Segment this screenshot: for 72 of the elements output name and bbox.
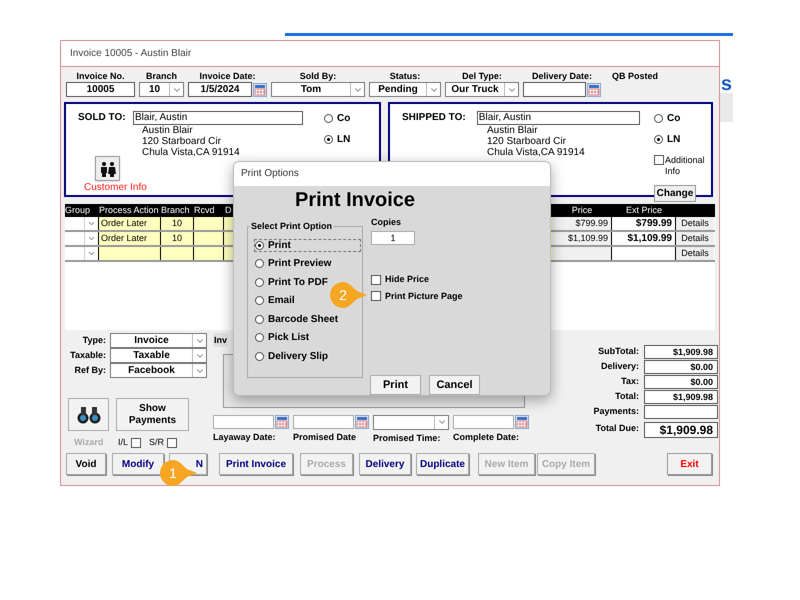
- total-value: $0.00: [644, 375, 718, 389]
- window-title: Invoice 10005 - Austin Blair: [70, 47, 192, 61]
- address-line: Chula Vista,CA 91914: [487, 147, 586, 158]
- radio-label: LN: [337, 133, 350, 147]
- field-label: SHIPPED TO:: [402, 111, 467, 125]
- column-header: Price: [570, 204, 594, 217]
- checkbox-label: I/L: [118, 436, 128, 449]
- checkbox-label: Hide Price: [385, 273, 430, 286]
- field-label: Ref By:: [73, 364, 106, 377]
- radio-label: Print: [268, 238, 291, 252]
- table-cell: 10: [161, 232, 194, 245]
- radio-label: Print Preview: [268, 257, 332, 271]
- field-label: Promised Date: [293, 430, 358, 444]
- callout-tooltip: 2: [330, 282, 368, 308]
- copies-label: Copies: [371, 216, 402, 229]
- address-line: Austin Blair: [487, 125, 539, 136]
- radio-label: Print To PDF: [268, 276, 328, 290]
- total-value: $1,909.98: [644, 345, 718, 359]
- total-value: $1,909.98: [644, 390, 718, 404]
- radio-label: Co: [337, 112, 350, 126]
- field-label: QB Posted: [612, 70, 658, 82]
- table-cell: $1,109.99: [552, 232, 612, 245]
- checkbox-label: Additional Info: [665, 155, 706, 177]
- field-label: SOLD TO:: [78, 111, 127, 125]
- field-label: Delivery Date:: [532, 70, 592, 82]
- address-line: 120 Starboard Cir: [487, 136, 567, 147]
- column-header: Process Action: [99, 204, 159, 217]
- wizard-label: Wizard: [74, 436, 104, 449]
- total-label: Tax:: [620, 375, 639, 388]
- column-header: Branch: [161, 204, 190, 217]
- address-line: Austin Blair: [142, 125, 194, 136]
- field-label: Status:: [390, 70, 420, 82]
- field-label: Del Type:: [462, 70, 502, 82]
- table-cell: Order Later: [99, 232, 161, 245]
- field-label: Complete Date:: [453, 430, 520, 444]
- callout-tooltip: 1: [160, 460, 198, 486]
- total-label: Payments:: [592, 405, 639, 418]
- dialog-title: Print Options: [241, 167, 299, 182]
- field-label: Promised Time:: [373, 432, 442, 444]
- dialog-heading: Print Invoice: [295, 188, 416, 212]
- table-cell: $799.99: [552, 217, 612, 230]
- radio-label: Email: [268, 294, 295, 308]
- address-line: Chula Vista,CA 91914: [142, 147, 241, 158]
- column-header: Rcvd: [194, 204, 215, 217]
- checkbox-label: Print Picture Page: [385, 290, 463, 303]
- group-label: Select Print Option: [250, 220, 334, 233]
- field-label: Type:: [82, 334, 106, 347]
- column-header: D: [224, 204, 232, 217]
- total-label: Delivery:: [600, 360, 639, 374]
- total-label: Total:: [614, 390, 639, 404]
- column-header: Ext Price: [624, 204, 663, 217]
- checkbox-label: S/R: [149, 436, 164, 449]
- field-label: Sold By:: [300, 70, 336, 82]
- column-header: Group: [65, 204, 90, 217]
- radio-label: Barcode Sheet: [268, 312, 338, 326]
- table-cell: Order Later: [99, 217, 161, 230]
- radio-label: Delivery Slip: [268, 350, 328, 364]
- total-label: SubTotal:: [597, 345, 639, 358]
- field-label: Invoice No.: [76, 70, 124, 82]
- address-line: 120 Starboard Cir: [142, 136, 222, 147]
- background-text: s: [720, 74, 732, 94]
- field-label: Layaway Date:: [213, 430, 277, 444]
- table-cell: 10: [161, 217, 194, 230]
- radio-label: LN: [667, 133, 680, 147]
- field-label: Branch: [146, 70, 177, 82]
- field-label: Taxable:: [69, 348, 106, 362]
- total-label: Total Due:: [594, 422, 639, 436]
- radio-label: Pick List: [268, 331, 310, 345]
- radio-label: Co: [667, 112, 680, 126]
- total-value: $1,909.98: [644, 422, 718, 438]
- total-value: $0.00: [644, 360, 718, 374]
- field-label: Invoice Date:: [199, 70, 256, 82]
